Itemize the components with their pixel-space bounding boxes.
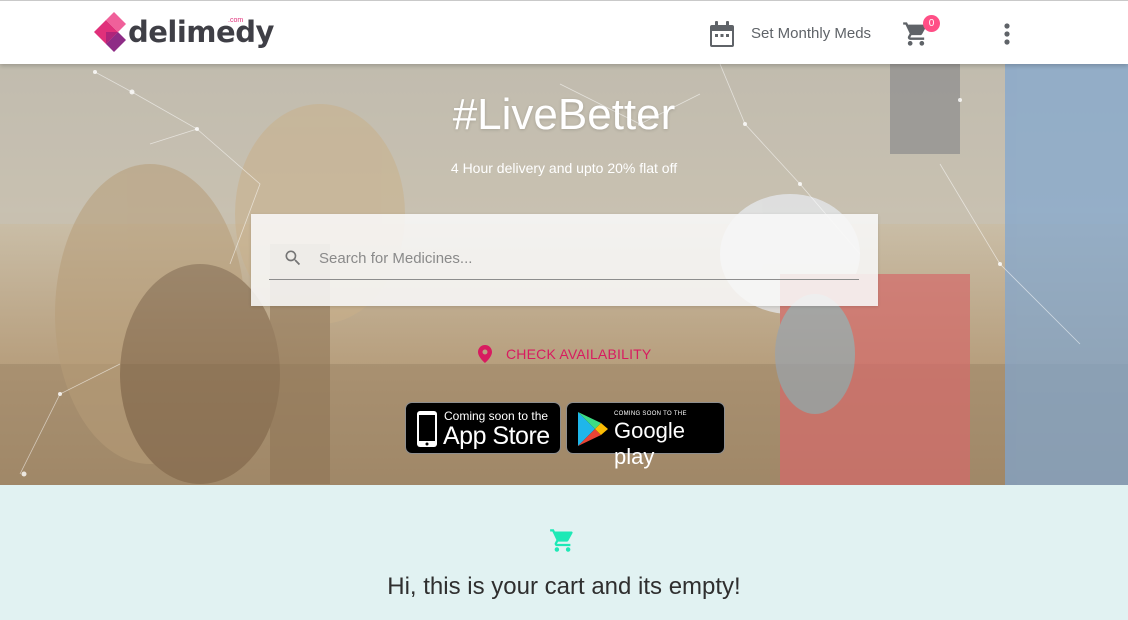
app-store-big-text: App Store	[443, 422, 550, 450]
hero-banner: #LiveBetter 4 Hour delivery and upto 20%…	[0, 64, 1128, 485]
cart-count-badge: 0	[923, 15, 940, 32]
logo-text: delimedy	[128, 15, 274, 49]
logo-suffix: .com	[228, 17, 244, 24]
google-play-small-text: COMING SOON TO THE	[614, 411, 687, 417]
top-navbar: delimedy .com Set Monthly Meds 0	[0, 0, 1128, 64]
search-card	[251, 214, 878, 306]
phone-icon	[417, 411, 437, 447]
google-play-badge[interactable]: COMING SOON TO THE Google play	[566, 402, 725, 469]
location-pin-icon	[478, 345, 492, 363]
set-monthly-meds-link[interactable]: Set Monthly Meds	[751, 25, 871, 42]
medicine-search-input[interactable]	[317, 244, 861, 272]
empty-cart-icon	[550, 529, 573, 552]
search-underline	[269, 279, 859, 280]
hero-title: #LiveBetter	[452, 90, 676, 139]
google-play-big-text: Google play	[614, 418, 685, 469]
cart-button[interactable]: 0	[902, 15, 940, 50]
search-icon	[285, 250, 301, 266]
hero-subtitle: 4 Hour delivery and upto 20% flat off	[450, 160, 678, 176]
check-availability-link[interactable]: CHECK AVAILABILITY	[478, 344, 651, 364]
cart-section: Hi, this is your cart and its empty!	[0, 485, 1128, 620]
brand-logo[interactable]: delimedy .com	[92, 12, 274, 54]
calendar-icon[interactable]	[709, 21, 735, 48]
logo-mark-icon	[94, 12, 126, 52]
empty-cart-message: Hi, this is your cart and its empty!	[387, 573, 741, 600]
app-store-badge[interactable]: Coming soon to the App Store	[405, 402, 561, 454]
more-vert-icon[interactable]	[998, 21, 1016, 47]
check-availability-label: CHECK AVAILABILITY	[506, 346, 652, 362]
google-play-icon	[578, 412, 608, 446]
app-store-small-text: Coming soon to the	[444, 409, 549, 423]
